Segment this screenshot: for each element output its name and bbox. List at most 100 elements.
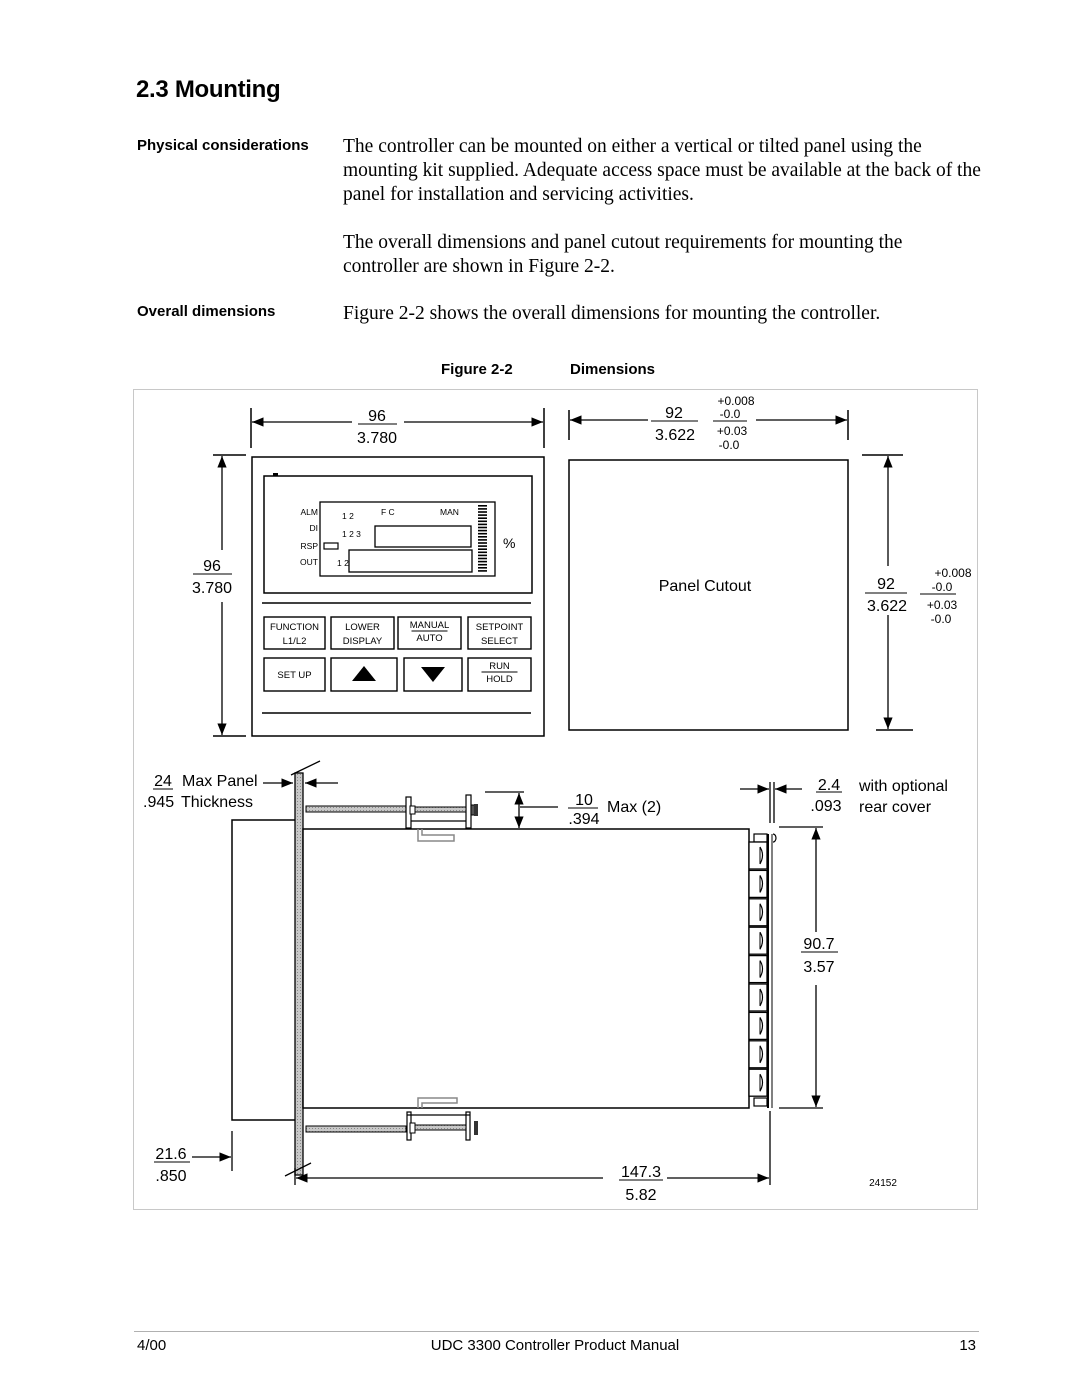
overall-depth-mm: 147.3 (621, 1164, 661, 1181)
bargraph-segment (478, 567, 487, 569)
terminal-screw (748, 1011, 768, 1041)
mounting-panel (294, 772, 304, 1176)
key-manual[interactable]: MANUAL AUTO (397, 616, 462, 650)
key-label-bottom: AUTO (416, 633, 442, 644)
panel-thickness-in: .945 (143, 794, 174, 811)
bargraph-segment (478, 560, 487, 563)
bargraph-segment (478, 505, 487, 507)
key-label: SET UP (277, 670, 311, 681)
rear-cover-label-2: rear cover (859, 799, 932, 816)
rear-cover-mm: 2.4 (818, 777, 840, 794)
panel-cutout-view: 92 3.622 +0.008 -0.0 +0.03 -0.0 Panel Cu… (568, 394, 972, 731)
upper-display-field (374, 525, 472, 548)
out-label: OUT (300, 557, 318, 567)
clip-clearance-label: Max (2) (607, 799, 661, 816)
bargraph-segment (478, 554, 487, 557)
bargraph-segment (478, 511, 487, 513)
cutout-width-mm: 92 (665, 405, 683, 422)
terminal-screw (748, 954, 768, 984)
footer-date: 4/00 (137, 1337, 167, 1354)
key-label-top: LOWER (345, 622, 380, 633)
bargraph-segment (478, 514, 487, 516)
key-label-bottom: L1/L2 (283, 636, 307, 647)
bezel-depth-mm: 21.6 (155, 1146, 186, 1163)
key-label-bottom: HOLD (486, 674, 513, 685)
dimensions-drawing: 96 3.780 96 3.780 ALM 1 2 F C MAN DI 1 2… (143, 394, 972, 1204)
bargraph-segment (478, 517, 487, 519)
di-label: DI (310, 523, 319, 533)
overall-depth-in: 5.82 (625, 1187, 656, 1204)
case-height-mm: 90.7 (803, 936, 834, 953)
rsp-label: RSP (301, 541, 319, 551)
cutout-height-tol-in-plus: +0.03 (927, 598, 958, 612)
bargraph-segment (478, 508, 487, 510)
cutout-height-in: 3.622 (867, 598, 907, 615)
terminal-screw (748, 1068, 768, 1097)
rear-terminal-block (748, 833, 768, 1107)
bargraph-segment (478, 532, 487, 535)
bargraph-segment (478, 542, 487, 544)
cutout-height-tol-plus: +0.008 (934, 566, 971, 580)
cutout-width-tol-plus: +0.008 (717, 394, 754, 408)
terminal-screw (748, 869, 768, 899)
bargraph-segment (478, 563, 487, 566)
controller-case (302, 828, 750, 1109)
case-height-in: 3.57 (803, 959, 834, 976)
key-up-arrow[interactable] (330, 657, 398, 692)
cutout-width-in: 3.622 (655, 427, 695, 444)
bargraph-segment (478, 570, 487, 572)
key-down-arrow[interactable] (403, 657, 463, 692)
key-run[interactable]: RUN HOLD (467, 657, 532, 692)
bargraph-segment (478, 539, 487, 541)
bargraph-segment (478, 545, 487, 547)
key-label-bottom: DISPLAY (343, 636, 383, 647)
lower-display-field (348, 549, 473, 573)
key-function[interactable]: FUNCTION L1/L2 (263, 616, 326, 650)
footer-rule (134, 1331, 979, 1332)
bargraph-segment (478, 557, 487, 560)
cutout-height-tol-in-minus: -0.0 (931, 612, 952, 626)
key-setpoint[interactable]: SETPOINT SELECT (467, 616, 532, 650)
terminal-screw (748, 898, 768, 927)
top-clip-rod (305, 805, 407, 813)
panel-break-top (290, 760, 321, 776)
rsp-indicator (323, 542, 339, 550)
cutout-width-tol-minus: -0.0 (720, 407, 741, 421)
panel-thickness-label-2: Thickness (181, 794, 253, 811)
key-label-top: FUNCTION (270, 622, 319, 633)
front-height-mm: 96 (203, 558, 221, 575)
front-width-mm: 96 (368, 408, 386, 425)
bargraph-segment (478, 536, 487, 538)
terminal-screw (748, 926, 768, 955)
di-numbers: 1 2 3 (342, 529, 361, 539)
key-lower[interactable]: LOWER DISPLAY (330, 616, 395, 650)
percent-sign: % (503, 535, 515, 551)
out-numbers: 1 2 (337, 558, 349, 568)
side-view: 24 Max Panel .945 Thickness 10 .394 Max … (143, 760, 948, 1204)
bottom-clip-rod (305, 1125, 407, 1133)
clip-clearance-in: .394 (568, 811, 599, 828)
terminal-screw (748, 1040, 768, 1069)
front-width-in: 3.780 (357, 430, 397, 447)
alm-label: ALM (301, 507, 318, 517)
panel-thickness-label-1: Max Panel (182, 773, 258, 790)
bargraph-segment (478, 548, 487, 550)
bargraph-segment (478, 529, 487, 532)
footer-page-number: 13 (959, 1337, 976, 1354)
cutout-height-mm: 92 (877, 576, 895, 593)
key-set-up[interactable]: SET UP (263, 657, 326, 692)
cutout-height-tol-minus: -0.0 (932, 580, 953, 594)
rear-cover-label-1: with optional (858, 778, 948, 795)
footer-title: UDC 3300 Controller Product Manual (430, 1337, 680, 1354)
fc-label: F C (381, 507, 395, 517)
man-label: MAN (440, 507, 459, 517)
drawing-id: 24152 (869, 1178, 897, 1189)
panel-cutout-label: Panel Cutout (659, 578, 752, 595)
clip-clearance-mm: 10 (575, 792, 593, 809)
bargraph-segment (478, 551, 487, 554)
key-label-top: RUN (489, 661, 510, 672)
key-label-bottom: SELECT (481, 636, 518, 647)
bezel-side (231, 819, 295, 1121)
alm-numbers: 1 2 (342, 511, 354, 521)
cutout-width-tol-in-minus: -0.0 (719, 438, 740, 452)
